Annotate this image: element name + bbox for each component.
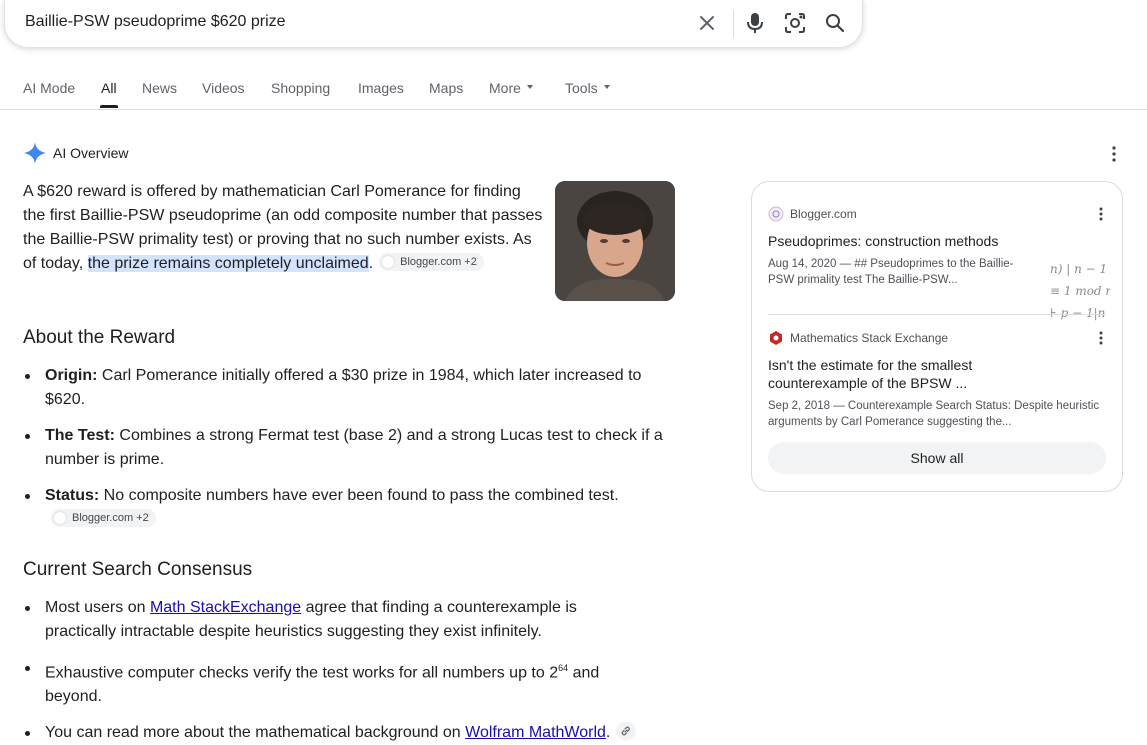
item-text: No composite numbers have ever been foun… <box>99 487 619 504</box>
search-icon[interactable] <box>823 11 847 35</box>
stackexchange-favicon-icon <box>770 331 782 345</box>
item-text: Most users on <box>45 599 150 616</box>
search-divider <box>733 10 734 38</box>
source-card[interactable]: Mathematics Stack Exchange Isn't the est… <box>768 330 1108 430</box>
item-label: Status: <box>45 487 100 504</box>
tab-more-label: More <box>489 80 521 96</box>
item-text: Exhaustive computer checks verify the te… <box>45 664 559 682</box>
card-site-name: Mathematics Stack Exchange <box>790 331 949 345</box>
tab-tools-label: Tools <box>565 80 598 96</box>
list-item: Origin: Carl Pomerance initially offered… <box>23 364 683 412</box>
ai-overview-title: AI Overview <box>53 145 129 161</box>
list-item: Exhaustive computer checks verify the te… <box>23 656 643 709</box>
thumb-line: ⊦ p − 1|n − <box>1050 306 1110 320</box>
blogger-favicon-icon <box>768 206 784 222</box>
list-item: You can read more about the mathematical… <box>23 721 683 745</box>
more-options-icon[interactable] <box>1094 206 1108 222</box>
source-favicon-icon <box>381 254 396 269</box>
intro-highlight: the prize remains completely unclaimed <box>87 255 369 272</box>
tab-images[interactable]: Images <box>358 80 404 96</box>
tab-more[interactable]: More <box>489 80 533 96</box>
tab-maps[interactable]: Maps <box>429 80 463 96</box>
tab-ai-mode[interactable]: AI Mode <box>23 80 75 96</box>
math-stackexchange-link[interactable]: Math StackExchange <box>150 599 301 616</box>
chevron-down-icon <box>603 85 610 90</box>
card-source: Mathematics Stack Exchange <box>768 330 1108 346</box>
card-snippet: Aug 14, 2020 — ## Pseudoprimes to the Ba… <box>768 258 1014 286</box>
source-favicon-icon <box>53 510 67 525</box>
active-tab-indicator <box>100 105 118 108</box>
source-chip-label: Blogger.com +2 <box>72 511 149 524</box>
item-text: You can read more about the mathematical… <box>45 724 466 742</box>
reward-list: Origin: Carl Pomerance initially offered… <box>23 364 683 544</box>
more-options-icon[interactable] <box>1094 330 1108 346</box>
search-input[interactable]: Baillie-PSW pseudoprime $620 prize <box>25 13 286 31</box>
section-heading-reward: About the Reward <box>23 327 176 348</box>
tab-shopping[interactable]: Shopping <box>271 80 330 96</box>
card-title[interactable]: Isn't the estimate for the smallest coun… <box>768 356 1008 392</box>
list-item: Most users on Math StackExchange agree t… <box>23 596 643 644</box>
person-portrait-image[interactable] <box>555 181 675 301</box>
wolfram-mathworld-link[interactable]: Wolfram MathWorld <box>465 724 606 741</box>
tab-news[interactable]: News <box>142 80 177 96</box>
tab-tools[interactable]: Tools <box>565 80 610 96</box>
item-label: The Test: <box>45 427 115 444</box>
thumb-line: ≡ 1 mod n <box>1050 284 1110 298</box>
list-item: The Test: Combines a strong Fermat test … <box>23 424 683 472</box>
search-bar[interactable]: Baillie-PSW pseudoprime $620 prize <box>4 0 863 48</box>
tab-videos[interactable]: Videos <box>202 80 245 96</box>
search-tabs: AI Mode All News Videos Shopping Images … <box>0 70 1147 110</box>
more-options-icon[interactable] <box>1106 145 1122 163</box>
item-text: Carl Pomerance initially offered a $30 p… <box>45 367 642 408</box>
card-title[interactable]: Pseudoprimes: construction methods <box>768 232 1028 250</box>
chevron-down-icon <box>526 85 533 90</box>
lens-icon[interactable] <box>783 11 807 35</box>
section-heading-consensus: Current Search Consensus <box>23 559 253 580</box>
source-chip-label: Blogger.com +2 <box>400 255 477 268</box>
list-item: Status: No composite numbers have ever b… <box>23 484 623 532</box>
sources-panel: Blogger.com Pseudoprimes: construction m… <box>751 181 1123 492</box>
ai-sparkle-icon <box>24 142 46 164</box>
item-text: . <box>605 724 611 742</box>
item-label: Origin: <box>45 367 98 384</box>
source-chip[interactable]: Blogger.com +2 <box>51 508 156 527</box>
link-icon[interactable] <box>616 722 637 741</box>
exponent: 64 <box>558 663 569 673</box>
source-card[interactable]: Blogger.com Pseudoprimes: construction m… <box>768 206 1110 320</box>
intro-end: . <box>368 255 374 272</box>
consensus-list: Most users on Math StackExchange agree t… <box>23 596 643 745</box>
card-site-name: Blogger.com <box>790 207 857 221</box>
thumb-line: n) | n − 1 <box>1050 262 1108 276</box>
card-snippet: Sep 2, 2018 — Counterexample Search Stat… <box>768 400 1100 428</box>
card-source: Blogger.com <box>768 206 1108 222</box>
overview-intro: A $620 reward is offered by mathematicia… <box>23 180 543 276</box>
show-all-button[interactable]: Show all <box>768 442 1106 474</box>
clear-icon[interactable] <box>695 11 719 35</box>
microphone-icon[interactable] <box>743 11 767 35</box>
item-text: Combines a strong Fermat test (base 2) a… <box>45 427 663 468</box>
card-divider <box>768 314 1106 315</box>
source-chip[interactable]: Blogger.com +2 <box>379 252 484 271</box>
tab-all[interactable]: All <box>101 80 117 96</box>
card-thumbnail-image: n) | n − 1 ≡ 1 mod n ⊦ p − 1|n − <box>1050 258 1110 322</box>
